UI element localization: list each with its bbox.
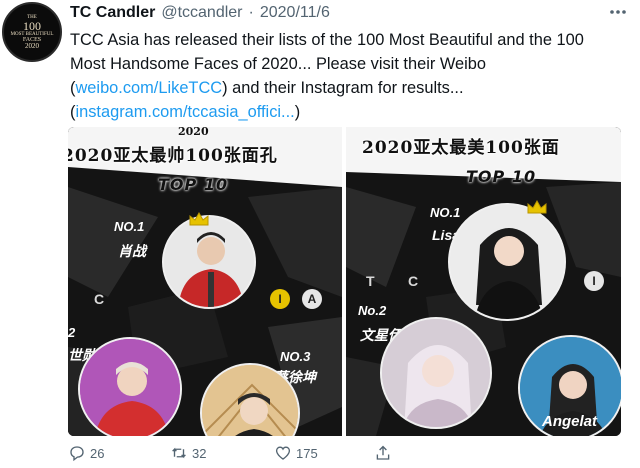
rank-1-label: NO.1 — [430, 205, 461, 220]
media-image-handsome[interactable]: 2020 2020亚太最帅100张面孔 TOP 10 NO.1 肖战 C I A… — [68, 127, 342, 436]
avatar-text-year: 2020 — [25, 41, 39, 50]
rank-1-name: 肖战 — [118, 243, 146, 259]
author-name[interactable]: TC Candler — [70, 4, 155, 22]
rank-2-photo — [380, 317, 492, 429]
rank-3-name: Angelat — [542, 413, 598, 430]
reply-icon — [70, 446, 84, 462]
like-button[interactable]: 175 — [274, 444, 318, 462]
rank-2-label: No.2 — [358, 303, 387, 318]
panel-top-label: TOP 10 — [466, 167, 537, 186]
letter-c: C — [94, 291, 105, 307]
rank-3-label: NO.3 — [280, 349, 311, 364]
rank-1-photo — [448, 203, 566, 321]
letter-i-badge: I — [584, 271, 604, 291]
panel-headline: 2020亚太最帅100张面孔 — [68, 146, 278, 166]
header-separator: · — [248, 4, 254, 21]
reply-button[interactable]: 26 — [68, 444, 104, 462]
rank-2-label: 2 — [68, 325, 76, 340]
rank-1-label: NO.1 — [114, 219, 145, 234]
tweet-text-part3: ) — [294, 103, 301, 121]
crown-icon — [527, 199, 547, 214]
like-count: 175 — [296, 445, 318, 461]
tweet-text: TCC Asia has released their lists of the… — [70, 28, 615, 124]
more-horizontal-icon[interactable] — [608, 2, 628, 27]
tweet-media[interactable]: 2020 2020亚太最帅100张面孔 TOP 10 NO.1 肖战 C I A… — [68, 127, 621, 436]
rank-1-photo — [162, 215, 256, 309]
author-handle[interactable]: @tccandler — [161, 4, 242, 22]
rank-2-photo — [78, 337, 182, 436]
retweet-button[interactable]: 32 — [170, 444, 206, 462]
letter-t: T — [366, 273, 375, 289]
like-icon — [275, 446, 291, 460]
panel-top-label: TOP 10 — [158, 175, 229, 194]
media-image-beautiful[interactable]: 2020亚太最美100张面 TOP 10 NO.1 Lisa T C I No.… — [346, 127, 621, 436]
weibo-link[interactable]: weibo.com/LikeTCC — [75, 79, 222, 97]
share-icon — [376, 445, 390, 460]
instagram-link[interactable]: instagram.com/tccasia_offici... — [75, 103, 294, 121]
panel-headline: 2020亚太最美100张面 — [362, 138, 560, 158]
retweet-icon — [172, 447, 186, 459]
tweet-date[interactable]: 2020/11/6 — [260, 4, 330, 22]
crown-icon — [189, 211, 209, 226]
panel-year: 2020 — [178, 127, 209, 138]
share-button[interactable] — [374, 444, 392, 462]
tweet-header: TC Candler @tccandler · 2020/11/6 — [70, 4, 330, 22]
letter-i-badge: I — [270, 289, 290, 309]
tweet-actions: 26 32 175 — [68, 444, 588, 466]
reply-count: 26 — [90, 445, 105, 461]
letter-c: C — [408, 273, 419, 289]
retweet-count: 32 — [192, 445, 207, 461]
avatar-text-100: 100 — [23, 18, 41, 33]
letter-a-badge: A — [302, 289, 322, 309]
author-avatar[interactable]: THE 100 MOST BEAUTIFUL FACES 2020 — [2, 2, 62, 62]
